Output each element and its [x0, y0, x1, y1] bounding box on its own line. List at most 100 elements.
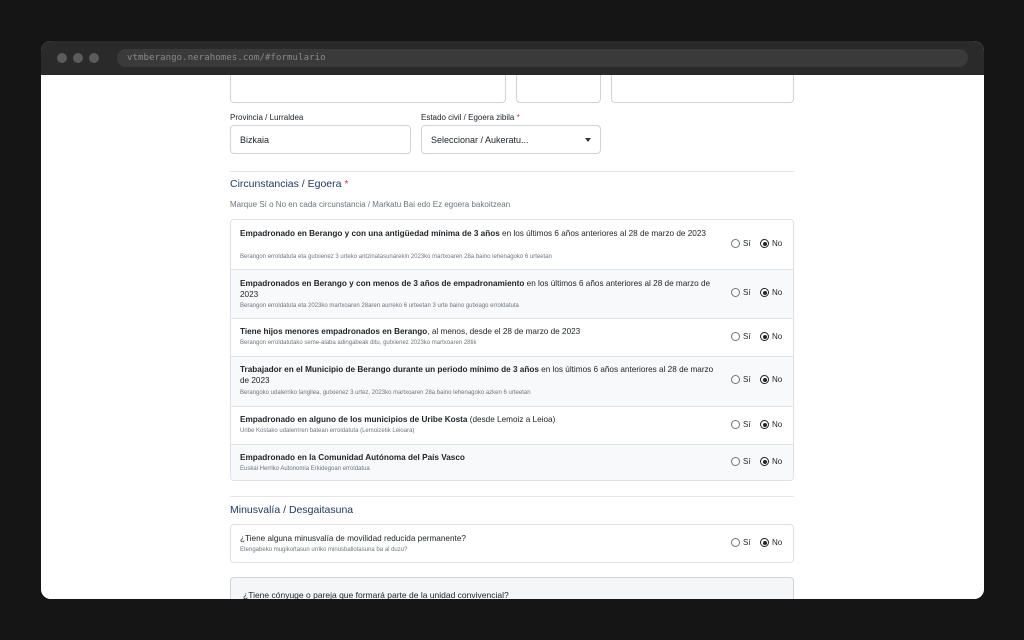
- yes-radio[interactable]: [731, 457, 740, 466]
- circumstance-row: Empadronado en Berango y con una antigüe…: [231, 220, 793, 270]
- browser-titlebar: vtmberango.nerahomes.com/#formulario: [41, 41, 984, 75]
- yes-radio-option[interactable]: Sí: [731, 332, 751, 341]
- yes-radio-option[interactable]: Sí: [731, 239, 751, 248]
- close-window-dot[interactable]: [57, 53, 67, 63]
- yes-label: Sí: [743, 375, 751, 384]
- yes-radio[interactable]: [731, 375, 740, 384]
- browser-window: vtmberango.nerahomes.com/#formulario Pro…: [41, 41, 984, 599]
- circumstance-question: Empadronado en alguno de los municipios …: [240, 414, 722, 425]
- no-radio-option[interactable]: No: [760, 420, 782, 429]
- yes-radio-option[interactable]: Sí: [731, 420, 751, 429]
- yes-radio[interactable]: [731, 538, 740, 547]
- address-bar[interactable]: vtmberango.nerahomes.com/#formulario: [117, 49, 968, 67]
- required-marker: *: [516, 113, 520, 122]
- disability-card: ¿Tiene alguna minusvalía de movilidad re…: [230, 524, 794, 563]
- disability-title: Minusvalía / Desgaitasuna: [230, 504, 354, 516]
- disability-translation: Etengabeko mugikortasun urriko minusbali…: [240, 547, 408, 553]
- no-radio[interactable]: [760, 375, 769, 384]
- no-radio[interactable]: [760, 332, 769, 341]
- postal-code-input[interactable]: [516, 75, 601, 103]
- spouse-question: ¿Tiene cónyuge o pareja que formará part…: [243, 590, 509, 599]
- page-viewport: Provincia / Lurraldea Bizkaia Estado civ…: [41, 75, 984, 599]
- yes-label: Sí: [743, 457, 751, 466]
- no-label: No: [772, 457, 783, 466]
- yes-radio[interactable]: [731, 288, 740, 297]
- no-radio-option[interactable]: No: [760, 332, 782, 341]
- no-radio[interactable]: [760, 420, 769, 429]
- no-label: No: [772, 538, 783, 547]
- circumstance-row: Empadronado en alguno de los municipios …: [231, 407, 793, 445]
- circumstances-hint: Marque Sí o No en cada circunstancia / M…: [230, 200, 511, 209]
- circumstances-title-text: Circunstancias / Egoera: [230, 178, 342, 190]
- circumstance-question: Tiene hijos menores empadronados en Bera…: [240, 326, 722, 337]
- no-label: No: [772, 375, 783, 384]
- no-label: No: [772, 239, 783, 248]
- no-radio-option[interactable]: No: [760, 457, 782, 466]
- yes-radio[interactable]: [731, 420, 740, 429]
- yes-radio-option[interactable]: Sí: [731, 457, 751, 466]
- circumstance-row: Empadronado en la Comunidad Autónoma del…: [231, 445, 793, 480]
- province-label: Provincia / Lurraldea: [230, 113, 304, 122]
- no-radio[interactable]: [760, 288, 769, 297]
- circumstance-translation: Uribe Kostako udalerriren batean errolda…: [240, 428, 415, 434]
- yes-label: Sí: [743, 288, 751, 297]
- circumstance-translation: Berangon erroldatutako seme-alaba adinga…: [240, 340, 477, 346]
- no-radio[interactable]: [760, 239, 769, 248]
- circumstance-question-rest: en los últimos 6 años anteriores al 28 d…: [499, 229, 706, 238]
- spouse-panel: ¿Tiene cónyuge o pareja que formará part…: [230, 577, 794, 599]
- yes-label: Sí: [743, 239, 751, 248]
- province-input[interactable]: Bizkaia: [230, 125, 411, 154]
- circumstance-question-bold: Tiene hijos menores empadronados en Bera…: [240, 327, 428, 336]
- circumstance-translation: Berangon erroldatuta eta 2023ko martxoar…: [240, 303, 519, 309]
- no-radio-option[interactable]: No: [760, 538, 782, 547]
- circumstance-question-bold: Empadronado en Berango y con una antigüe…: [240, 229, 500, 238]
- no-label: No: [772, 420, 783, 429]
- disability-question: ¿Tiene alguna minusvalía de movilidad re…: [240, 534, 466, 543]
- yes-label: Sí: [743, 332, 751, 341]
- yes-label: Sí: [743, 420, 751, 429]
- civil-status-select[interactable]: Seleccionar / Aukeratu...: [421, 125, 601, 154]
- yes-radio[interactable]: [731, 239, 740, 248]
- town-input[interactable]: [611, 75, 794, 103]
- circumstance-row: Tiene hijos menores empadronados en Bera…: [231, 319, 793, 357]
- yes-label: Sí: [743, 538, 751, 547]
- chevron-down-icon: [585, 138, 591, 142]
- circumstance-translation: Berangon erroldatuta eta gutxienez 3 urt…: [240, 254, 552, 260]
- circumstance-question-rest: , al menos, desde el 28 de marzo de 2023: [427, 327, 581, 336]
- circumstances-card: Empadronado en Berango y con una antigüe…: [230, 219, 794, 481]
- divider: [230, 496, 794, 497]
- circumstance-question-bold: Empadronado en alguno de los municipios …: [240, 415, 468, 424]
- maximize-window-dot[interactable]: [89, 53, 99, 63]
- circumstance-row: Trabajador en el Municipio de Berango du…: [231, 357, 793, 407]
- no-radio-option[interactable]: No: [760, 288, 782, 297]
- civil-status-value: Seleccionar / Aukeratu...: [431, 134, 529, 145]
- civil-status-label-text: Estado civil / Egoera zibila: [421, 113, 515, 122]
- circumstance-question-bold: Empadronados en Berango y con menos de 3…: [240, 279, 525, 288]
- circumstance-translation: Euskal Herriko Autonomia Erkidegoan erro…: [240, 466, 370, 472]
- yes-radio-option[interactable]: Sí: [731, 538, 751, 547]
- yes-radio-option[interactable]: Sí: [731, 288, 751, 297]
- no-label: No: [772, 288, 783, 297]
- no-radio[interactable]: [760, 538, 769, 547]
- circumstances-title: Circunstancias / Egoera *: [230, 178, 349, 190]
- yes-radio[interactable]: [731, 332, 740, 341]
- circumstance-question: Trabajador en el Municipio de Berango du…: [240, 364, 722, 386]
- minimize-window-dot[interactable]: [73, 53, 83, 63]
- yes-radio-option[interactable]: Sí: [731, 375, 751, 384]
- no-radio-option[interactable]: No: [760, 375, 782, 384]
- circumstance-row: Empadronados en Berango y con menos de 3…: [231, 270, 793, 319]
- circumstance-question: Empadronado en Berango y con una antigüe…: [240, 228, 722, 239]
- circumstance-question-bold: Empadronado en la Comunidad Autónoma del…: [240, 453, 465, 462]
- divider: [230, 171, 794, 172]
- address-input[interactable]: [230, 75, 506, 103]
- no-label: No: [772, 332, 783, 341]
- circumstance-translation: Berangoko udalerriko langilea, gutxienez…: [240, 390, 531, 396]
- circumstance-question-rest: (desde Lemoiz a Leioa): [467, 415, 556, 424]
- no-radio[interactable]: [760, 457, 769, 466]
- no-radio-option[interactable]: No: [760, 239, 782, 248]
- civil-status-label: Estado civil / Egoera zibila *: [421, 113, 520, 122]
- circumstance-question-bold: Trabajador en el Municipio de Berango du…: [240, 365, 539, 374]
- circumstance-question: Empadronados en Berango y con menos de 3…: [240, 278, 722, 300]
- circumstance-question: Empadronado en la Comunidad Autónoma del…: [240, 452, 722, 463]
- province-value: Bizkaia: [240, 134, 270, 145]
